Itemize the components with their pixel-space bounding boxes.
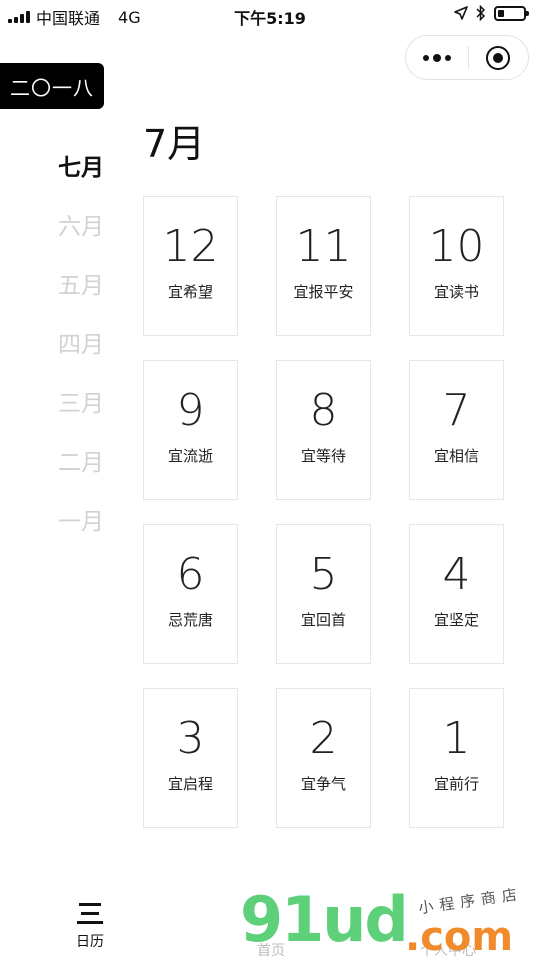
day-note: 宜启程 — [167, 775, 213, 793]
tab-calendar-label: 日历 — [76, 934, 104, 950]
day-number: 2 — [309, 713, 338, 764]
day-card[interactable]: 10 宜读书 — [409, 196, 504, 336]
day-card[interactable]: 1 宜前行 — [409, 688, 504, 828]
day-card[interactable]: 6 忌荒唐 — [143, 524, 238, 664]
day-note: 宜坚定 — [433, 611, 479, 629]
day-note: 宜回首 — [300, 611, 346, 629]
day-note: 忌荒唐 — [167, 611, 213, 629]
menu-icon — [77, 903, 103, 925]
day-note: 宜希望 — [167, 283, 213, 301]
day-number: 10 — [428, 221, 485, 272]
day-note: 宜读书 — [433, 283, 479, 301]
page-title: 7月 — [143, 122, 206, 166]
month-item-5[interactable]: 五月 — [58, 270, 112, 329]
month-item-2[interactable]: 二月 — [58, 447, 112, 506]
month-item-1[interactable]: 一月 — [58, 506, 112, 565]
day-number: 9 — [176, 385, 205, 436]
day-card[interactable]: 3 宜启程 — [143, 688, 238, 828]
location-arrow-icon — [454, 6, 468, 20]
day-number: 7 — [442, 385, 471, 436]
day-number: 3 — [176, 713, 205, 764]
day-note: 宜争气 — [300, 775, 346, 793]
day-card[interactable]: 12 宜希望 — [143, 196, 238, 336]
month-item-6[interactable]: 六月 — [58, 211, 112, 270]
day-card-grid: 12 宜希望 11 宜报平安 10 宜读书 9 宜流逝 8 宜等待 7 宜相信 6 忌荒唐 5… — [143, 196, 504, 828]
day-number: 5 — [309, 549, 338, 600]
month-item-4[interactable]: 四月 — [58, 329, 112, 388]
day-card[interactable]: 5 宜回首 — [276, 524, 371, 664]
battery-icon — [494, 5, 529, 21]
day-note: 宜相信 — [433, 447, 479, 465]
capsule-menu — [405, 35, 529, 80]
month-list: 七月 六月 五月 四月 三月 二月 一月 — [58, 152, 112, 565]
day-number: 11 — [295, 221, 352, 272]
day-note: 宜报平安 — [293, 283, 354, 301]
capsule-divider — [468, 46, 469, 69]
day-note: 宜等待 — [300, 447, 346, 465]
bluetooth-icon — [476, 5, 486, 21]
day-number: 6 — [176, 549, 205, 600]
watermark-subtitle: 小程序商店 — [417, 884, 524, 918]
year-button[interactable]: 二〇一八 — [0, 63, 104, 109]
status-bar: 中国联通 4G 下午5:19 — [0, 0, 540, 30]
day-number: 12 — [162, 221, 219, 272]
tab-calendar[interactable]: 日历 — [64, 903, 116, 951]
day-number: 1 — [442, 713, 471, 764]
month-item-7[interactable]: 七月 — [58, 152, 112, 211]
day-card[interactable]: 9 宜流逝 — [143, 360, 238, 500]
status-right — [454, 5, 529, 21]
day-card[interactable]: 11 宜报平安 — [276, 196, 371, 336]
more-dots-icon[interactable] — [406, 36, 468, 79]
day-card[interactable]: 2 宜争气 — [276, 688, 371, 828]
day-card[interactable]: 4 宜坚定 — [409, 524, 504, 664]
day-number: 8 — [309, 385, 338, 436]
day-note: 宜前行 — [433, 775, 479, 793]
watermark-logo: 91ud — [240, 883, 409, 956]
watermark: 91ud 小程序商店 .com — [240, 885, 540, 960]
watermark-domain: .com — [405, 914, 514, 960]
day-card[interactable]: 8 宜等待 — [276, 360, 371, 500]
day-card[interactable]: 7 宜相信 — [409, 360, 504, 500]
month-item-3[interactable]: 三月 — [58, 388, 112, 447]
target-close-icon[interactable] — [486, 46, 510, 70]
day-number: 4 — [442, 549, 471, 600]
day-note: 宜流逝 — [167, 447, 213, 465]
